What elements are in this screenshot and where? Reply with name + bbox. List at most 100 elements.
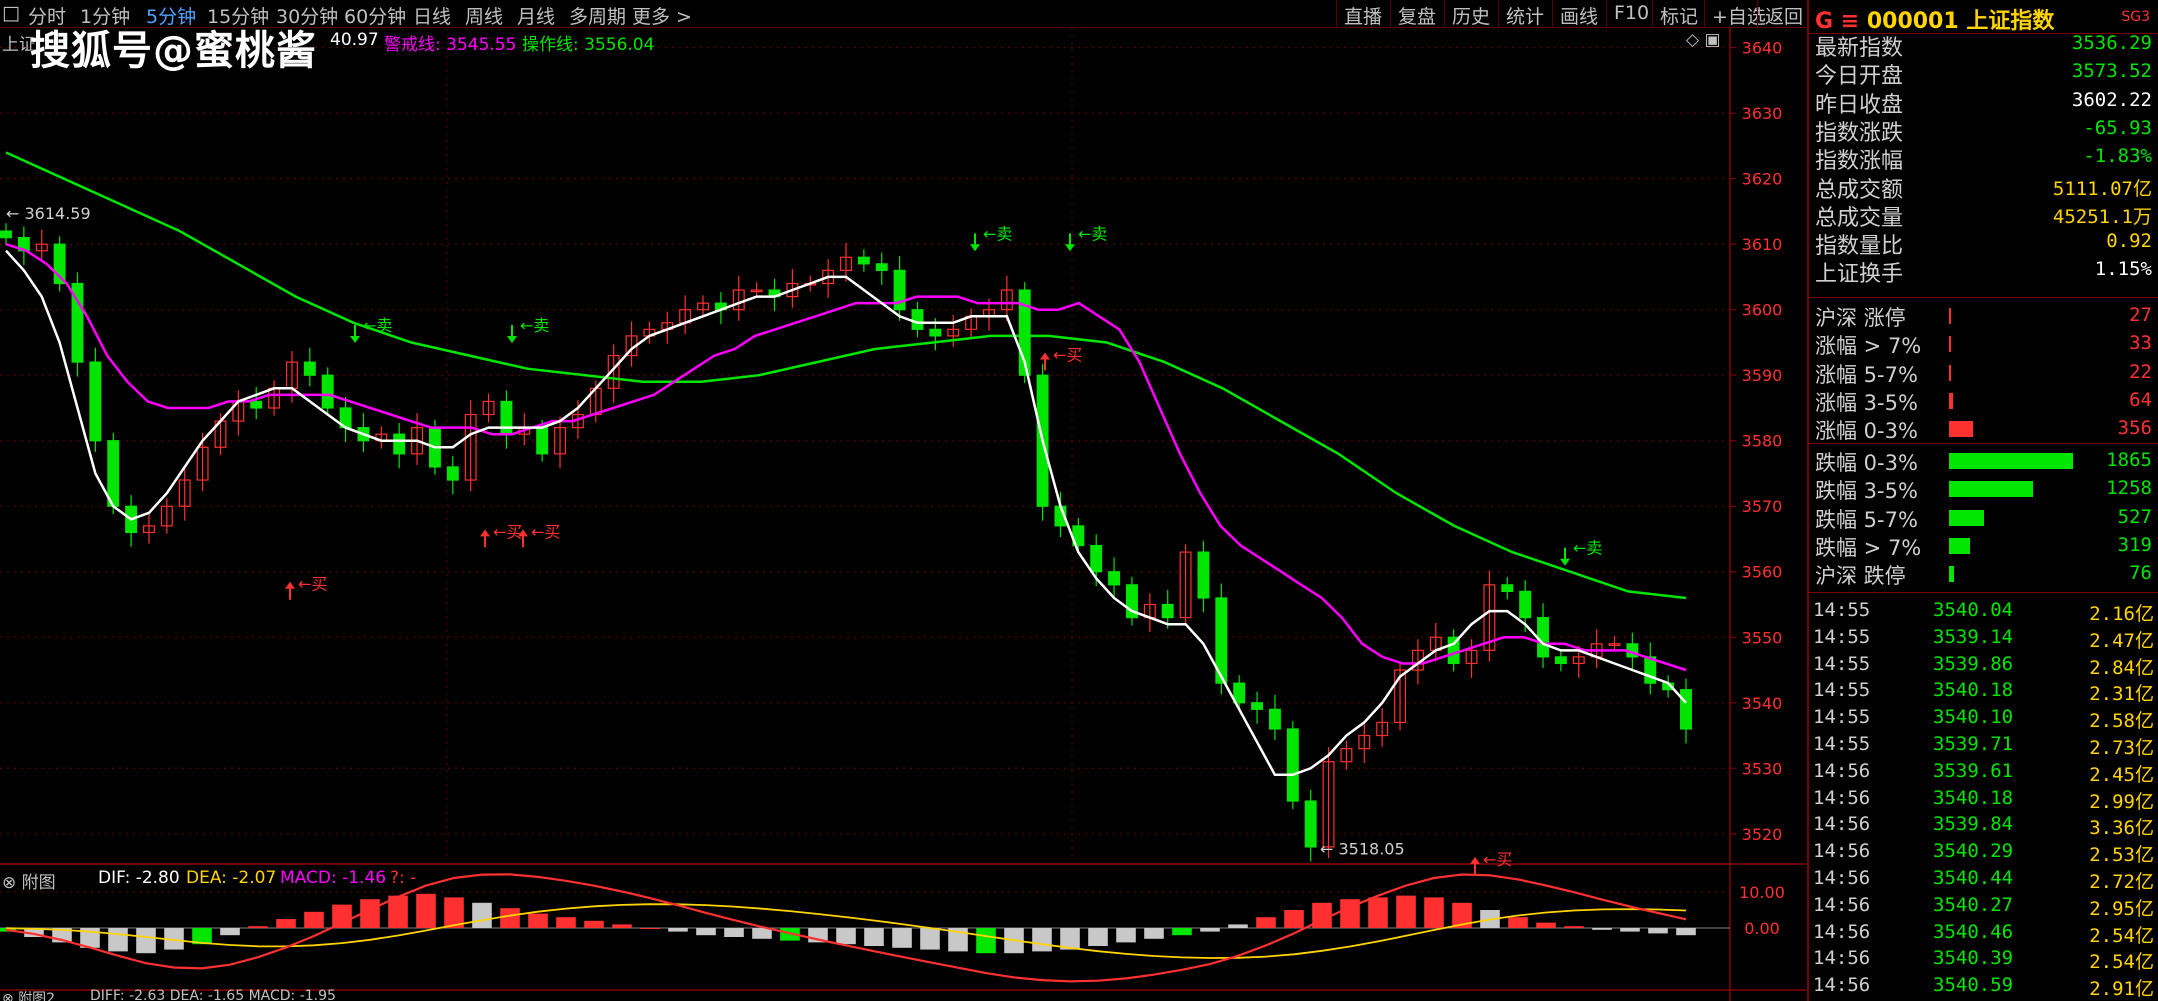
candle-body (875, 263, 888, 271)
macd-bar (1564, 926, 1584, 928)
macd-bar (1032, 928, 1052, 952)
breadth-row: 跌幅 3-5% 1258 (1809, 475, 2158, 503)
macd-bar (1648, 928, 1668, 934)
tick-row: 14:56 3540.18 2.99亿 (1809, 785, 2158, 813)
signal-arrowhead (1040, 352, 1050, 360)
period-tab[interactable]: 60分钟 (344, 2, 406, 29)
tick-volume: 2.53亿 (2089, 844, 2154, 867)
breadth-row: 涨幅 3-5% 64 (1809, 387, 2158, 415)
period-tab[interactable]: 多周期 (569, 2, 626, 29)
sell-signal: ←卖 (350, 316, 392, 344)
macd-bar (584, 920, 604, 928)
candle-body (250, 400, 263, 409)
tick-volume: 2.54亿 (2089, 924, 2154, 947)
sub-chart2-title[interactable]: ⊗ 附图2 (2, 988, 55, 1001)
breadth-row-label: 跌幅 3-5% (1815, 479, 1918, 504)
signal-label: ←买 (1053, 345, 1082, 364)
toolbar-menu-icon[interactable]: □ (2, 2, 20, 24)
operation-line-label: 操作线: 3556.04 (522, 35, 655, 55)
macd-bar (528, 913, 548, 928)
quote-row-value: -1.83% (2083, 145, 2152, 168)
tick-price: 3540.18 (1933, 679, 2014, 702)
sell-signal: ←卖 (970, 224, 1012, 252)
signal-label: ←买 (298, 575, 327, 594)
tick-time: 14:56 (1813, 759, 1871, 782)
ma-value: 40.97 (330, 30, 379, 50)
breadth-row-value: 1865 (2106, 449, 2152, 471)
period-tab[interactable]: 月线 (517, 2, 555, 29)
breadth-bar (1949, 364, 1951, 381)
macd-value-label: MACD: -1.46 (280, 868, 387, 888)
breadth-row-value: 527 (2117, 505, 2152, 528)
price-axis-label: 3560 (1742, 563, 1783, 582)
macd-bar (1256, 917, 1276, 928)
period-tab[interactable]: 日线 (413, 2, 451, 29)
sub-chart2-title-text: 附图2 (18, 991, 56, 1001)
macd-bar (276, 919, 296, 928)
stats-button[interactable]: 统计 (1498, 0, 1551, 28)
tick-volume: 2.58亿 (2089, 710, 2154, 733)
breadth-row-value: 76 (2129, 562, 2152, 585)
tick-time: 14:56 (1813, 920, 1871, 943)
signal-arrowhead (1560, 558, 1570, 566)
ma-white-line (5, 249, 1687, 777)
kline-chart[interactable]: 3640 3630 3620 3610 3600 3590 3580 3570 3560 3550… (0, 28, 1806, 1001)
tick-row: 14:56 3540.46 2.54亿 (1809, 919, 2158, 947)
tick-time: 14:55 (1813, 706, 1871, 729)
breadth-bar (1949, 509, 1984, 526)
price-axis-label: 3640 (1742, 39, 1783, 58)
price-axis-label: 3590 (1742, 366, 1783, 385)
period-tab[interactable]: 周线 (465, 2, 503, 29)
breadth-row-value: 27 (2129, 304, 2152, 326)
replay-button[interactable]: 复盘 (1390, 0, 1443, 28)
macd-bar (1396, 895, 1416, 928)
tick-price: 3539.14 (1933, 625, 2014, 648)
price-axis-label: 3550 (1742, 628, 1783, 647)
candle-body (1090, 544, 1103, 573)
mark-button[interactable]: 标记 (1652, 0, 1705, 28)
sell-signal: ←卖 (507, 316, 549, 344)
signal-label: ←买 (1483, 850, 1512, 869)
macd-bar (752, 928, 772, 939)
macd-bar (1144, 928, 1164, 939)
history-button[interactable]: 历史 (1444, 0, 1497, 28)
candle-body (1251, 702, 1264, 710)
signal-arrowhead (350, 336, 360, 344)
signal-arrowhead (1470, 856, 1480, 864)
candle-body (303, 361, 316, 376)
macd-bar (1116, 928, 1136, 943)
price-axis-label: 3520 (1742, 825, 1783, 844)
tick-volume: 2.91亿 (2089, 978, 2154, 1001)
macd-bar (864, 928, 884, 946)
tick-row: 14:56 3539.61 2.45亿 (1809, 758, 2158, 786)
ma-green-line (5, 151, 1687, 600)
back-button[interactable]: 返回 (1757, 0, 1810, 28)
candle-body (1501, 584, 1514, 593)
breadth-bar (1949, 392, 1953, 409)
macd-bar (500, 908, 520, 928)
quote-row-value: 1.15% (2094, 258, 2152, 281)
quote-row: 昨日收盘 3602.22 (1809, 87, 2158, 118)
tick-price: 3539.61 (1933, 759, 2014, 782)
candle-body (1286, 728, 1299, 802)
tick-row: 14:55 3539.14 2.47亿 (1809, 624, 2158, 652)
macd-bar (248, 926, 268, 928)
sub-chart-title-text: 附图 (21, 873, 56, 893)
macd-bar (108, 928, 128, 952)
tick-row: 14:56 3540.29 2.53亿 (1809, 838, 2158, 867)
price-axis-label: 3530 (1742, 759, 1783, 778)
period-tab-more[interactable]: 更多 > (632, 2, 692, 29)
breadth-row-label: 跌幅 > 7% (1815, 535, 1922, 560)
candle-body (536, 427, 549, 455)
candle-body (446, 466, 459, 481)
live-button[interactable]: 直播 (1336, 0, 1389, 28)
macd-bar (668, 928, 688, 932)
signal-label: ←买 (493, 522, 522, 541)
tick-price: 3540.39 (1933, 947, 2014, 970)
f10-button[interactable]: F10 (1606, 0, 1656, 28)
draw-line-button[interactable]: 画线 (1552, 0, 1605, 28)
chart-settings-icon[interactable]: ◇ ▣ (1686, 30, 1721, 50)
sub-chart-title[interactable]: ⊗ 附图 (2, 868, 56, 893)
breadth-row-label: 涨幅 5-7% (1815, 362, 1918, 387)
quote-row-value: 5111.07亿 (2052, 177, 2152, 200)
